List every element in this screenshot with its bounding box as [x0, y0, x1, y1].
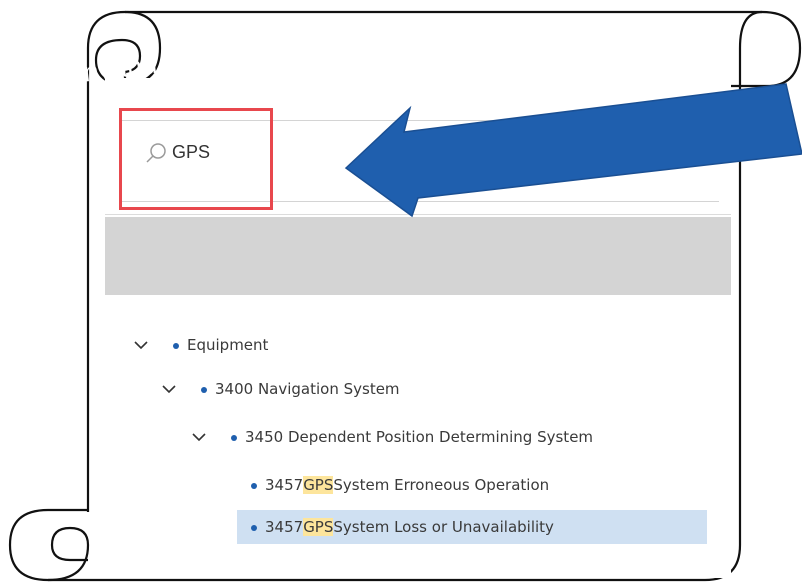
code-suffix: System Loss or Unavailability [333, 518, 554, 536]
filter-band [105, 217, 731, 295]
bullet-icon [251, 525, 257, 531]
search-match: GPS [303, 476, 334, 494]
tree-row-label: 3400 Navigation System [215, 380, 400, 398]
chevron-down-icon[interactable] [191, 429, 207, 445]
bullet-icon [231, 435, 237, 441]
bullet-icon [251, 483, 257, 489]
chevron-down-icon[interactable] [133, 337, 149, 353]
tree-row-label: Equipment [187, 336, 269, 354]
tree-row-gps-loss[interactable]: 3457GPSSystem Loss or Unavailability [237, 510, 707, 544]
callout-label-box: Använd gärna sök-rutan [0, 0, 462, 140]
bullet-icon [173, 343, 179, 349]
tree-row-gps-erroneous[interactable]: 3457GPSSystem Erroneous Operation [237, 468, 697, 502]
search-match: GPS [303, 518, 334, 536]
callout-text: Använd gärna sök-rutan [64, 24, 354, 90]
tree-row-label: 3457GPSSystem Loss or Unavailability [265, 510, 554, 544]
code-prefix: 3457 [265, 476, 304, 494]
tree-row-dependent-position[interactable]: 3450 Dependent Position Determining Syst… [187, 420, 707, 454]
code-suffix: System Erroneous Operation [333, 476, 550, 494]
tree-row-navigation-system[interactable]: 3400 Navigation System [157, 372, 577, 406]
code-prefix: 3457 [265, 518, 304, 536]
bullet-icon [201, 387, 207, 393]
tree-row-label: 3457GPSSystem Erroneous Operation [265, 468, 549, 502]
tree-row-label: 3450 Dependent Position Determining Syst… [245, 428, 594, 446]
tree-row-equipment[interactable]: Equipment [129, 328, 529, 362]
chevron-down-icon[interactable] [161, 381, 177, 397]
